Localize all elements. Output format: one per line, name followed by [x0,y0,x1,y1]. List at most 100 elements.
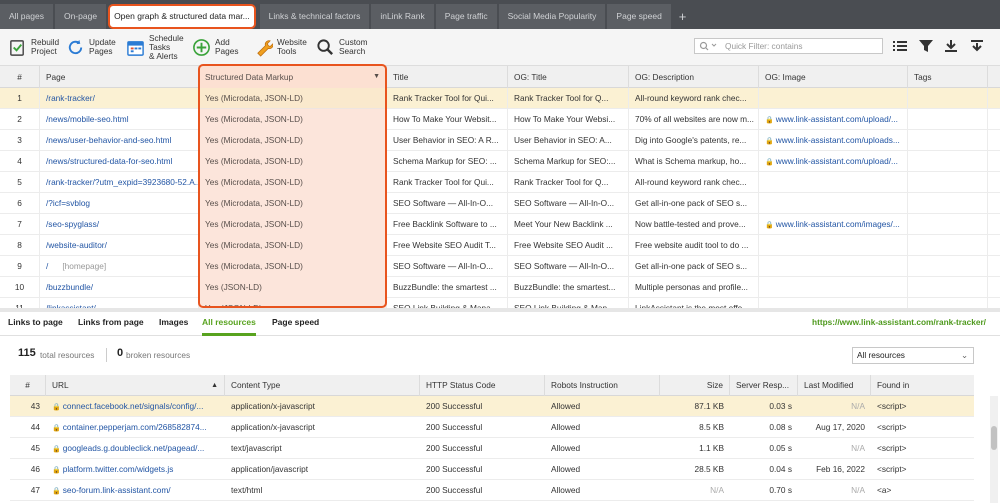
tab-social-media[interactable]: Social Media Popularity [498,4,606,29]
col-header-og-description[interactable]: OG: Description [629,66,759,88]
add-pages-button[interactable]: Add Pages [192,32,239,62]
resource-row[interactable]: 43 🔒 connect.facebook.net/signals/config/.… [10,396,974,417]
col-header-page[interactable]: Page [40,66,199,88]
res-col-status[interactable]: HTTP Status Code [420,375,545,396]
resource-filter-value: All resources [857,350,905,360]
res-col-size[interactable]: Size [660,375,730,396]
tab-inlink-rank[interactable]: inLink Rank [371,4,434,29]
tab-lower-page-speed[interactable]: Page speed [272,312,319,336]
resource-row[interactable]: 44 🔒 container.pepperjam.com/268582874... a… [10,417,974,438]
cell-og-image[interactable] [759,193,908,214]
res-col-server-response[interactable]: Server Resp... [730,375,798,396]
cell-page[interactable]: /rank-tracker/ [40,88,199,109]
table-row[interactable]: 7/seo-spyglass/Yes (Microdata, JSON-LD) F… [0,214,1000,235]
col-header-title[interactable]: Title [387,66,508,88]
res-cell-url[interactable]: 🔒 googleads.g.doubleclick.net/pagead/... [46,438,225,459]
cell-og-image[interactable]: 🔒 www.link-assistant.com/upload/... [759,151,908,172]
table-row[interactable]: 8/website-auditor/Yes (Microdata, JSON-L… [0,235,1000,256]
col-header-structured-data[interactable]: Structured Data Markup ▼ [199,66,387,88]
cell-title: User Behavior in SEO: A R... [387,130,508,151]
table-row[interactable]: 1/rank-tracker/Yes (Microdata, JSON-LD) R… [0,88,1000,109]
tab-links-to-page[interactable]: Links to page [8,312,63,336]
filter-icon[interactable] [919,40,933,52]
cell-og-image[interactable] [759,256,908,277]
res-col-robots[interactable]: Robots Instruction [545,375,660,396]
add-tab-button[interactable]: + [673,4,693,29]
res-cell-url[interactable]: 🔒 connect.facebook.net/signals/config/... [46,396,225,417]
cell-og-desc: Multiple personas and profile... [629,277,759,298]
page-path: /seo-spyglass/ [46,219,100,229]
cell-tags [908,109,988,130]
resource-row[interactable]: 46 🔒 platform.twitter.com/widgets.js applic… [10,459,974,480]
cell-page[interactable]: /news/user-behavior-and-seo.html [40,130,199,151]
tab-links-from-page[interactable]: Links from page [78,312,144,336]
table-row[interactable]: 9/[homepage] Yes (Microdata, JSON-LD) SEO … [0,256,1000,277]
cell-page[interactable]: /buzzbundle/ [40,277,199,298]
tab-page-traffic[interactable]: Page traffic [435,4,497,29]
scrollbar-thumb[interactable] [991,426,997,450]
schedule-tasks-button[interactable]: Schedule Tasks & Alerts [126,32,184,62]
res-cell-found: <script> [877,443,907,453]
res-cell-url[interactable]: 🔒 seo-forum.link-assistant.com/ [46,480,225,501]
table-row[interactable]: 5/rank-tracker/?utm_expid=3923680-52.A..… [0,172,1000,193]
rebuild-project-button[interactable]: Rebuild Project [8,32,59,62]
tab-on-page[interactable]: On-page [54,4,107,29]
res-col-content-type[interactable]: Content Type [225,375,420,396]
cell-og-desc: What is Schema markup, ho... [629,151,759,172]
cell-page[interactable]: /news/mobile-seo.html [40,109,199,130]
download-icon[interactable] [944,40,958,52]
custom-search-button[interactable]: Custom Search [316,32,368,62]
table-row[interactable]: 2/news/mobile-seo.html Yes (Microdata, JS… [0,109,1000,130]
res-col-url[interactable]: URL ▲ [46,375,225,396]
website-tools-button[interactable]: Website Tools [254,32,307,62]
cell-og-image[interactable] [759,172,908,193]
table-row[interactable]: 4/news/structured-data-for-seo.html Yes (… [0,151,1000,172]
cell-num: 3 [0,130,40,151]
res-col-found-in[interactable]: Found in [871,375,974,396]
col-header-og-title[interactable]: OG: Title [508,66,629,88]
cell-page[interactable]: /seo-spyglass/ [40,214,199,235]
col-header-tags[interactable]: Tags [908,66,988,88]
expand-icon[interactable] [970,40,984,52]
res-cell-robots: Allowed [551,485,581,495]
tab-images[interactable]: Images [159,312,188,336]
table-row[interactable]: 6/?icf=svblog Yes (Microdata, JSON-LD) SEO… [0,193,1000,214]
res-cell-url[interactable]: 🔒 platform.twitter.com/widgets.js [46,459,225,480]
update-pages-button[interactable]: Update Pages [66,32,116,62]
res-cell-url[interactable]: 🔒 container.pepperjam.com/268582874... [46,417,225,438]
cell-og-image[interactable] [759,235,908,256]
list-view-icon[interactable] [893,40,907,52]
tab-all-resources[interactable]: All resources [202,312,256,336]
cell-og-image[interactable]: 🔒 www.link-assistant.com/images/... [759,214,908,235]
res-cell-resp: 0.70 s [769,485,792,495]
cell-og-image[interactable]: 🔒 www.link-assistant.com/upload/... [759,109,908,130]
table-row[interactable]: 10/buzzbundle/Yes (JSON-LD) BuzzBundle: t… [0,277,1000,298]
cell-page[interactable]: /?icf=svblog [40,193,199,214]
cell-og-image[interactable]: 🔒 www.link-assistant.com/uploads... [759,130,908,151]
res-col-last-modified[interactable]: Last Modified [798,375,871,396]
cell-num: 4 [0,151,40,172]
quick-filter-input[interactable]: Quick Filter: contains [694,38,883,54]
current-page-url[interactable]: https://www.link-assistant.com/rank-trac… [812,312,986,332]
tab-links-technical[interactable]: Links & technical factors [259,4,370,29]
resource-row[interactable]: 45 🔒 googleads.g.doubleclick.net/pagead/..… [10,438,974,459]
resource-row[interactable]: 47 🔒 seo-forum.link-assistant.com/text/htm… [10,480,974,501]
cell-og-image[interactable] [759,277,908,298]
col-header-num[interactable]: # [0,66,40,88]
website-tools-label: Website Tools [277,37,307,56]
col-header-og-image[interactable]: OG: Image [759,66,908,88]
resources-scrollbar[interactable] [990,396,998,503]
resource-filter-select[interactable]: All resources ⌄ [852,347,974,364]
cell-page[interactable]: /rank-tracker/?utm_expid=3923680-52.A... [40,172,199,193]
tab-page-speed[interactable]: Page speed [607,4,671,29]
cell-page[interactable]: /news/structured-data-for-seo.html [40,151,199,172]
tab-all-pages[interactable]: All pages [0,4,53,29]
tab-open-graph[interactable]: Open graph & structured data mar... [108,4,256,29]
table-row[interactable]: 3/news/user-behavior-and-seo.html Yes (Mi… [0,130,1000,151]
res-col-num[interactable]: # [10,375,46,396]
cell-og-image[interactable] [759,88,908,109]
cell-page[interactable]: / [homepage] [40,256,199,277]
cell-tags [908,172,988,193]
cell-page[interactable]: /website-auditor/ [40,235,199,256]
cell-og-title: Rank Tracker Tool for Q... [508,172,629,193]
